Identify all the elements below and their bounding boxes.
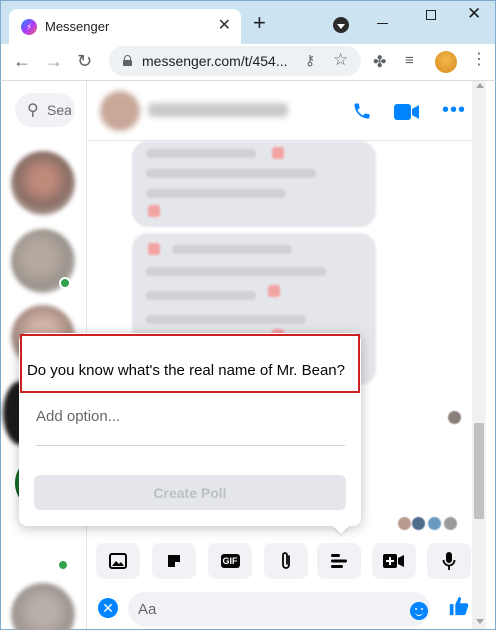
extensions-puzzle-icon[interactable]: ✤ <box>373 52 386 72</box>
search-placeholder: Search <box>47 102 71 118</box>
online-indicator <box>59 277 71 289</box>
sticker-icon <box>168 555 180 567</box>
seen-avatar <box>398 517 411 530</box>
paperclip-icon <box>282 552 290 569</box>
address-bar[interactable]: messenger.com/t/454... ⚷ ☆ <box>109 46 361 76</box>
reload-icon[interactable]: ↻ <box>77 50 92 72</box>
poll-question-text: Do you know what's the real name of Mr. … <box>26 362 345 379</box>
tab-messenger[interactable]: ⚡ Messenger ✕ <box>9 9 241 45</box>
gif-icon: GIF <box>220 554 240 568</box>
poll-question-field[interactable]: Do you know what's the real name of Mr. … <box>20 334 360 393</box>
browser-menu-icon[interactable]: ⋮ <box>471 51 487 69</box>
conversation-avatar[interactable] <box>11 151 75 215</box>
message-input-row: ✕ <box>88 587 472 629</box>
media-control-icon[interactable]: ≡ <box>405 52 414 69</box>
messenger-favicon-icon: ⚡ <box>21 19 37 35</box>
seen-avatar <box>428 517 441 530</box>
conversation-avatar[interactable] <box>11 583 75 630</box>
tab-close-icon[interactable]: ✕ <box>218 17 231 35</box>
search-icon: ⚲ <box>27 102 39 119</box>
scrollbar-thumb[interactable] <box>474 423 484 519</box>
message-bubble <box>132 141 376 227</box>
bookmark-star-icon[interactable]: ☆ <box>333 50 348 70</box>
forward-arrow-icon[interactable]: → <box>45 50 63 72</box>
poll-icon <box>331 554 347 568</box>
video-call-icon[interactable] <box>394 103 420 121</box>
seen-avatar <box>448 411 461 424</box>
composer-toolbar: GIF <box>88 537 472 585</box>
window-close-icon[interactable]: ✕ <box>467 4 481 24</box>
sticker-button[interactable] <box>152 543 196 579</box>
seen-avatar <box>412 517 425 530</box>
key-icon[interactable]: ⚷ <box>305 52 315 69</box>
tab-title: Messenger <box>45 19 110 34</box>
photo-button[interactable] <box>96 543 140 579</box>
chat-header: ••• <box>88 81 472 141</box>
poll-popup-caret <box>333 526 349 534</box>
poll-button[interactable] <box>317 543 361 579</box>
contact-name[interactable] <box>148 103 288 117</box>
gif-button[interactable]: GIF <box>208 543 252 579</box>
emoji-icon[interactable] <box>410 602 428 620</box>
tab-search-icon[interactable] <box>333 17 349 33</box>
video-plus-icon <box>383 554 404 568</box>
scroll-up-icon[interactable] <box>476 83 484 88</box>
voice-clip-button[interactable] <box>427 543 471 579</box>
video-clip-button[interactable] <box>372 543 416 579</box>
back-arrow-icon[interactable]: ← <box>13 50 31 72</box>
seen-avatar <box>444 517 457 530</box>
add-option-field[interactable]: Add option... <box>36 408 120 425</box>
scroll-down-icon[interactable] <box>476 619 484 624</box>
lock-icon <box>123 55 132 66</box>
poll-divider <box>36 445 345 446</box>
chat-scrollbar[interactable] <box>472 81 486 629</box>
online-indicator <box>57 559 69 571</box>
poll-popup: Do you know what's the real name of Mr. … <box>19 333 361 526</box>
image-icon <box>109 553 127 569</box>
new-tab-icon[interactable]: + <box>253 12 266 34</box>
thumbs-up-icon[interactable] <box>448 595 470 617</box>
close-composer-icon[interactable]: ✕ <box>98 598 118 618</box>
attach-file-button[interactable] <box>264 543 308 579</box>
url-text: messenger.com/t/454... <box>142 53 288 69</box>
browser-tabstrip: ⚡ Messenger ✕ + ✕ <box>0 0 496 45</box>
more-options-icon[interactable]: ••• <box>442 99 466 122</box>
microphone-icon <box>442 552 456 570</box>
minimize-icon[interactable] <box>377 23 388 24</box>
profile-avatar[interactable] <box>435 51 457 73</box>
browser-toolbar: ← → ↻ messenger.com/t/454... ⚷ ☆ ✤ ≡ ⋮ <box>0 44 496 80</box>
create-poll-button[interactable]: Create Poll <box>34 475 346 510</box>
search-input[interactable]: ⚲ Search <box>15 93 75 127</box>
message-input[interactable] <box>128 592 430 626</box>
maximize-icon[interactable] <box>426 10 436 20</box>
phone-call-icon[interactable] <box>352 101 372 121</box>
contact-avatar[interactable] <box>100 91 140 131</box>
